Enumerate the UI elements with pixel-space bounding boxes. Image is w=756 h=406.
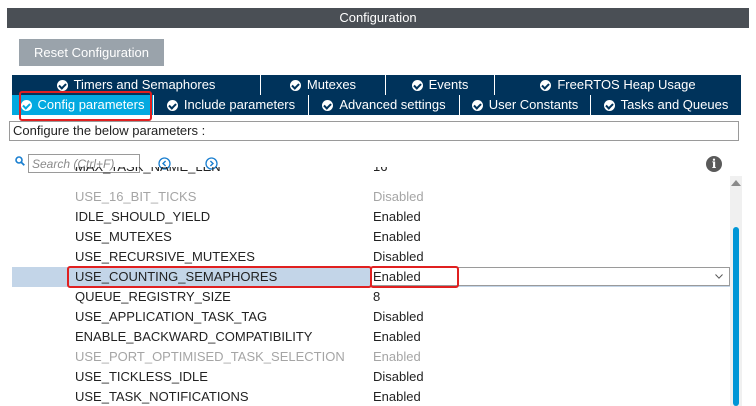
window-title: Configuration (7, 8, 749, 28)
value-dropdown[interactable] (371, 267, 730, 286)
tab-mutexes[interactable]: Mutexes (261, 75, 386, 95)
search-icon (15, 156, 25, 166)
scrollbar-thumb[interactable] (733, 227, 739, 406)
check-circle-icon (322, 99, 334, 111)
tab-label: Timers and Semaphores (73, 77, 216, 92)
tab-row-2: Config parameters Include parameters Adv… (12, 95, 741, 115)
param-row-use-port-optimised-task-selection[interactable]: USE_PORT_OPTIMISED_TASK_SELECTION Enable… (0, 347, 742, 367)
param-row-idle-should-yield[interactable]: IDLE_SHOULD_YIELD Enabled (0, 207, 742, 227)
param-row-use-application-task-tag[interactable]: USE_APPLICATION_TASK_TAG Disabled (0, 307, 742, 327)
param-row-use-mutexes[interactable]: USE_MUTEXES Enabled (0, 227, 742, 247)
tab-label: Events (428, 77, 469, 92)
param-value: Enabled (373, 389, 421, 404)
param-name: USE_16_BIT_TICKS (75, 189, 197, 204)
tab-events[interactable]: Events (386, 75, 495, 95)
tab-tasks-and-queues[interactable]: Tasks and Queues (591, 95, 741, 115)
chevron-down-icon[interactable] (715, 274, 723, 279)
tab-include-parameters[interactable]: Include parameters (154, 95, 309, 115)
param-name: USE_APPLICATION_TASK_TAG (75, 309, 268, 324)
param-name: USE_TASK_NOTIFICATIONS (75, 389, 249, 404)
tab-label: User Constants (488, 97, 579, 112)
check-circle-icon (471, 99, 483, 111)
param-row-use-16-bit-ticks[interactable]: USE_16_BIT_TICKS Disabled (0, 187, 742, 207)
check-circle-icon (540, 79, 552, 91)
param-value: 8 (373, 289, 381, 304)
parameter-list: MAX_TASK_NAME_LEN 16 USE_16_BIT_TICKS Di… (0, 167, 742, 406)
tab-user-constants[interactable]: User Constants (460, 95, 591, 115)
param-value: Enabled (373, 209, 421, 224)
tab-label: Include parameters (183, 97, 296, 112)
check-circle-icon (166, 99, 178, 111)
param-value: Disabled (373, 189, 424, 204)
param-name: MAX_TASK_NAME_LEN (75, 167, 221, 177)
param-name: QUEUE_REGISTRY_SIZE (75, 289, 231, 304)
param-name: USE_RECURSIVE_MUTEXES (75, 249, 255, 264)
param-value: 16 (373, 167, 387, 177)
tab-label: Config parameters (37, 97, 145, 112)
param-value: Enabled (373, 229, 421, 244)
param-row-enable-backward-compatibility[interactable]: ENABLE_BACKWARD_COMPATIBILITY Enabled (0, 327, 742, 347)
check-circle-icon (411, 79, 423, 91)
reset-configuration-button[interactable]: Reset Configuration (19, 39, 164, 66)
param-name: USE_COUNTING_SEMAPHORES (75, 269, 278, 284)
param-row-queue-registry-size[interactable]: QUEUE_REGISTRY_SIZE 8 (0, 287, 742, 307)
param-value: Disabled (373, 249, 424, 264)
tab-freertos-heap-usage[interactable]: FreeRTOS Heap Usage (495, 75, 741, 95)
param-row-max-task-name-len[interactable]: MAX_TASK_NAME_LEN 16 (0, 167, 742, 177)
tab-advanced-settings[interactable]: Advanced settings (309, 95, 460, 115)
param-value: Enabled (373, 329, 421, 344)
check-circle-icon (56, 79, 68, 91)
tab-label: Advanced settings (339, 97, 446, 112)
check-circle-icon (289, 79, 301, 91)
param-name: IDLE_SHOULD_YIELD (75, 209, 211, 224)
param-name: USE_MUTEXES (75, 229, 172, 244)
tab-label: FreeRTOS Heap Usage (557, 77, 696, 92)
param-value: Disabled (373, 309, 424, 324)
param-row-use-tickless-idle[interactable]: USE_TICKLESS_IDLE Disabled (0, 367, 742, 387)
check-circle-icon (603, 99, 615, 111)
param-value: Enabled (373, 349, 421, 364)
param-name: USE_TICKLESS_IDLE (75, 369, 208, 384)
scroll-up-arrow-icon[interactable] (731, 180, 741, 186)
tab-config-parameters[interactable]: Config parameters (12, 95, 154, 115)
tab-row-1: Timers and Semaphores Mutexes Events Fre… (12, 75, 741, 95)
check-circle-icon (20, 99, 32, 111)
param-value: Enabled (373, 269, 421, 284)
param-name: USE_PORT_OPTIMISED_TASK_SELECTION (75, 349, 345, 364)
description-text: Configure the below parameters : (9, 121, 739, 141)
param-row-use-recursive-mutexes[interactable]: USE_RECURSIVE_MUTEXES Disabled (0, 247, 742, 267)
tab-label: Mutexes (306, 77, 357, 92)
tab-label: Tasks and Queues (620, 97, 729, 112)
param-value: Disabled (373, 369, 424, 384)
param-name: ENABLE_BACKWARD_COMPATIBILITY (75, 329, 313, 344)
param-row-use-task-notifications[interactable]: USE_TASK_NOTIFICATIONS Enabled (0, 387, 742, 406)
tab-timers-and-semaphores[interactable]: Timers and Semaphores (12, 75, 261, 95)
param-row-use-counting-semaphores[interactable]: USE_COUNTING_SEMAPHORES Enabled (12, 267, 730, 287)
